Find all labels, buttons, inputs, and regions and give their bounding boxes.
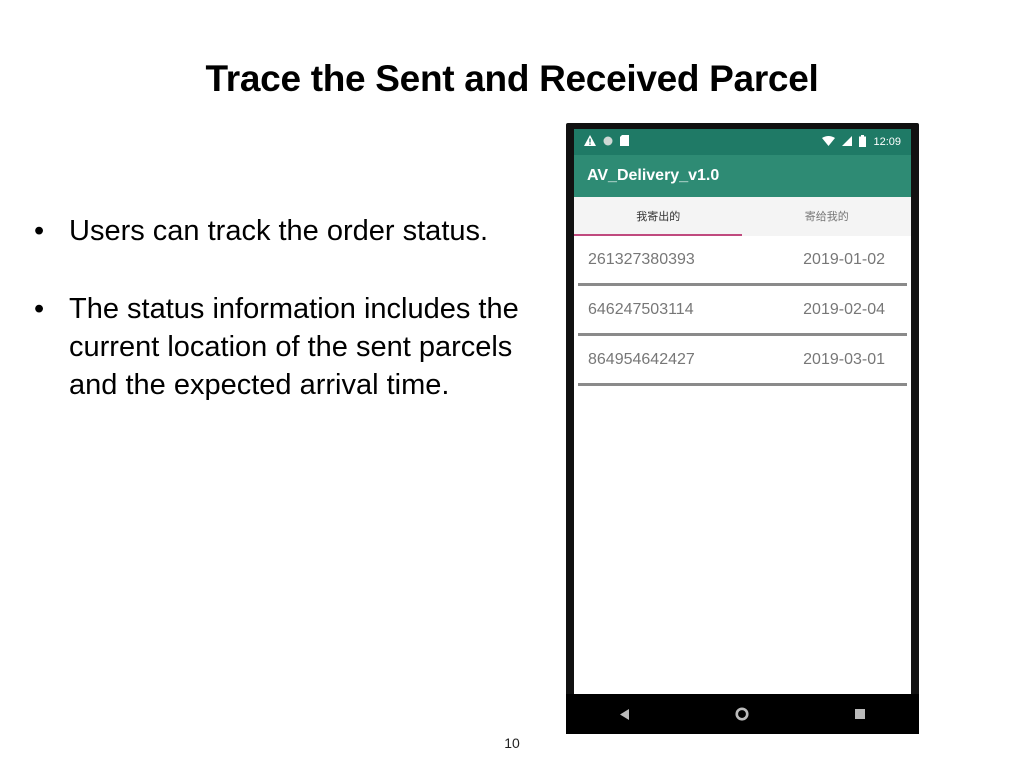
warning-icon [584,135,596,149]
bullet-symbol: • [34,215,45,247]
status-bar: 12:09 [574,129,911,155]
phone-screenshot: 12:09 AV_Delivery_v1.0 我寄出的 寄给我的 2613273… [566,123,919,734]
tab-bar: 我寄出的 寄给我的 [574,197,911,236]
list-item[interactable]: 646247503114 2019-02-04 [574,286,911,336]
status-time: 12:09 [873,136,901,148]
page-number: 10 [504,735,520,751]
parcel-date: 2019-02-04 [803,300,885,318]
signal-icon [842,135,853,149]
back-icon[interactable] [618,707,632,721]
sd-card-icon [620,135,629,149]
home-icon[interactable] [735,707,750,721]
wifi-icon [822,135,836,149]
bullet-item: • Users can track the order status. [34,212,554,250]
bullet-text: The status information includes the curr… [69,293,519,401]
tab-received[interactable]: 寄给我的 [743,197,912,236]
recents-icon[interactable] [853,707,867,721]
app-title-bar: AV_Delivery_v1.0 [574,155,911,197]
list-item[interactable]: 864954642427 2019-03-01 [574,336,911,386]
app-title: AV_Delivery_v1.0 [587,167,720,184]
bullet-symbol: • [34,293,45,325]
list-item[interactable]: 261327380393 2019-01-02 [574,236,911,286]
tab-sent[interactable]: 我寄出的 [574,197,743,236]
tracking-number: 261327380393 [588,250,695,268]
system-nav-bar [566,694,919,734]
list-divider [578,383,907,386]
battery-icon [859,134,867,150]
bullet-text: Users can track the order status. [69,215,489,247]
phone-screen: 12:09 AV_Delivery_v1.0 我寄出的 寄给我的 2613273… [574,129,911,694]
parcel-list: 261327380393 2019-01-02 646247503114 201… [574,236,911,386]
tracking-number: 646247503114 [588,300,694,318]
circle-icon [603,136,613,149]
bullet-item: • The status information includes the cu… [34,290,554,404]
slide-title: Trace the Sent and Received Parcel [205,58,819,99]
parcel-date: 2019-01-02 [803,250,885,268]
parcel-date: 2019-03-01 [803,350,885,368]
tracking-number: 864954642427 [588,350,695,368]
bullet-list: • Users can track the order status. • Th… [34,212,554,444]
